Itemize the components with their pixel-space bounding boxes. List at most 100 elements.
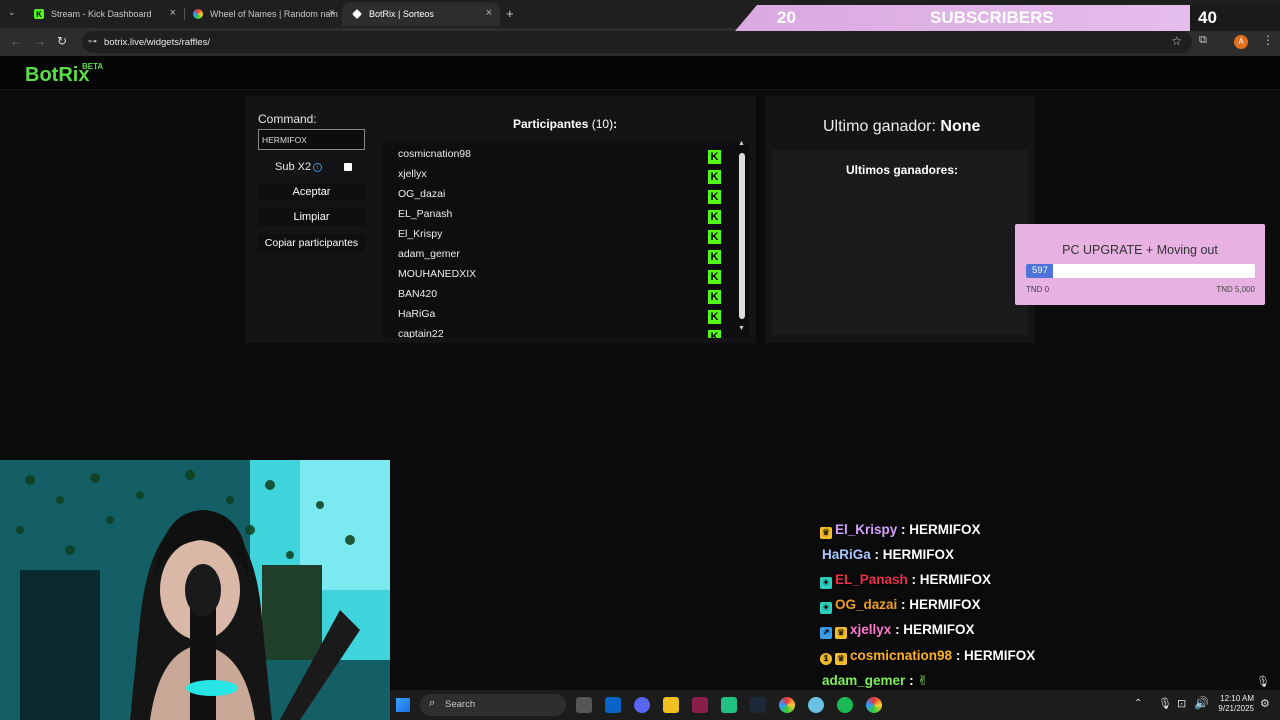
subscriber-goal-overlay: 20 SUBSCRIBERS 40 [735,5,1280,31]
reload-icon[interactable]: ↻ [57,34,67,48]
chat-text: : HERMIFOX [911,572,992,587]
chrome-icon[interactable] [866,697,882,713]
goal-progress-track: 597 [1026,264,1255,278]
site-info-icon[interactable]: ⊶ [88,36,97,47]
participants-colon: : [613,117,618,131]
app-icon[interactable] [808,697,824,713]
menu-kebab-icon[interactable]: ⋮ [1262,33,1274,47]
moderator-badge-icon: ✦ [820,602,832,614]
gift-badge-icon: 1 [820,653,832,665]
sub-x2-checkbox[interactable] [344,163,352,171]
copy-participants-button[interactable]: Copiar participantes [258,234,365,252]
tab-search-icon[interactable]: ⌄ [8,7,16,18]
tab-wheel-of-names[interactable]: Wheel of Names | Random nam × [183,2,343,26]
address-bar[interactable]: ⊶ botrix.live/widgets/raffles/ ☆ [82,31,1192,53]
kick-icon: K [708,210,721,224]
chat-message: adam_gemer : ✌ [820,673,929,689]
participants-list[interactable]: cosmicnation98 K xjellyx K OG_dazai K EL_Pa… [382,143,749,338]
scroll-down-icon[interactable]: ▼ [738,325,745,332]
kick-icon: K [708,230,721,244]
volume-icon[interactable]: 🔊 [1194,696,1209,710]
chat-username: EL_Panash [835,572,908,587]
participant-name: MOUHANEDXIX [398,268,477,280]
back-icon[interactable]: ← [10,34,22,48]
taskbar-search-box[interactable]: ⌕ Search [420,694,566,716]
task-view-icon[interactable] [576,697,592,713]
kick-icon: K [708,150,721,164]
microphone-icon[interactable]: 🎙 [1158,697,1172,710]
close-tab-icon[interactable]: × [486,7,492,19]
url-text: botrix.live/widgets/raffles/ [104,36,210,48]
scroll-up-icon[interactable]: ▲ [738,140,745,147]
sub-label: SUBSCRIBERS [930,8,1054,27]
raffle-panel: Command: Sub X2 i Aceptar Limpiar Copiar… [246,96,756,343]
windows-start-icon[interactable] [396,698,410,712]
webcam-image [0,460,390,720]
extensions-icon[interactable]: ⧉ [1199,34,1207,47]
chat-text: : HERMIFOX [955,648,1036,663]
bookmark-star-icon[interactable]: ☆ [1171,34,1182,48]
list-item: captain22 K [398,328,728,338]
participants-scrollbar[interactable]: ▲ ▼ [738,140,746,335]
file-explorer-icon[interactable] [663,697,679,713]
info-icon[interactable]: i [313,163,322,172]
botrix-logo[interactable]: BotRix [25,64,89,87]
scrollbar-thumb[interactable] [739,153,745,319]
close-tab-icon[interactable]: × [170,7,176,19]
site-navbar: BotRix BETA [0,56,1280,90]
tab-title: Wheel of Names | Random nam [210,9,338,19]
crown-icon: ♛ [820,527,832,539]
chrome-icon[interactable] [779,697,795,713]
tab-kick-dashboard[interactable]: K Stream - Kick Dashboard × [24,2,184,26]
sub-x2-label: Sub X2 [275,161,312,173]
accept-button[interactable]: Aceptar [258,183,365,201]
chat-message: HaRiGa : HERMIFOX [820,547,954,562]
list-item: HaRiGa K [398,308,728,328]
list-item: BAN420 K [398,288,728,308]
profile-avatar[interactable]: A [1234,35,1248,49]
chat-username: El_Krispy [835,522,898,537]
network-icon[interactable]: ⊡ [1177,697,1186,710]
forward-icon[interactable]: → [34,34,46,48]
participant-name: cosmicnation98 [398,148,471,160]
participants-count: (10) [591,117,614,131]
webcam-feed [0,460,390,720]
sub-current-count: 20 [777,8,796,27]
list-item: El_Krispy K [398,228,728,248]
clear-button[interactable]: Limpiar [258,208,365,226]
participant-name: El_Krispy [398,228,443,240]
new-tab-button[interactable]: + [506,6,514,21]
close-tab-icon[interactable]: × [329,7,335,19]
chat-message: 1 ♛ cosmicnation98 : HERMIFOX [820,648,1035,665]
recent-winners-box: Ultimos ganadores: [772,150,1028,335]
chat-username: HaRiGa [822,547,871,562]
notifications-icon[interactable]: ⚙ [1260,697,1270,710]
list-item: xjellyx K [398,168,728,188]
tray-chevron-icon[interactable]: ⌃ [1134,698,1142,709]
discord-icon[interactable] [634,697,650,713]
goal-min: TND 0 [1026,285,1050,294]
participants-title: Participantes [513,117,589,131]
winners-panel: Ultimo ganador: None Ultimos ganadores: [765,96,1035,343]
moderator-badge-icon: ✦ [820,577,832,589]
media-app-icon[interactable] [692,697,708,713]
tab-botrix-sorteos[interactable]: BotRix | Sorteos × [342,2,500,26]
browser-toolbar: ← → ↻ ⊶ botrix.live/widgets/raffles/ ☆ ⧉… [0,28,1280,56]
mic-overlay-icon: 🎙 [1256,676,1270,688]
chat-username: OG_dazai [835,597,898,612]
participant-name: EL_Panash [398,208,453,220]
last-winner-label: Ultimo ganador: [823,118,936,135]
search-icon: ⌕ [429,697,436,709]
beta-badge: BETA [82,62,104,71]
clock[interactable]: 12:10 AM 9/21/2025 [1212,694,1254,714]
kick-icon: K [708,190,721,204]
emote-icon: ✌ [917,673,929,688]
windows-taskbar: ⌕ Search ⌃ 🎙 ⊡ 🔊 12:10 AM 9/21/2025 ⚙ [390,690,1280,720]
goal-title: PC UPGRATE + Moving out [1062,243,1218,257]
streamlabs-icon[interactable] [721,697,737,713]
steam-icon[interactable] [750,697,766,713]
outlook-icon[interactable] [605,697,621,713]
command-input[interactable] [258,129,365,150]
spotify-icon[interactable] [837,697,853,713]
crown-icon: ♛ [835,627,847,639]
